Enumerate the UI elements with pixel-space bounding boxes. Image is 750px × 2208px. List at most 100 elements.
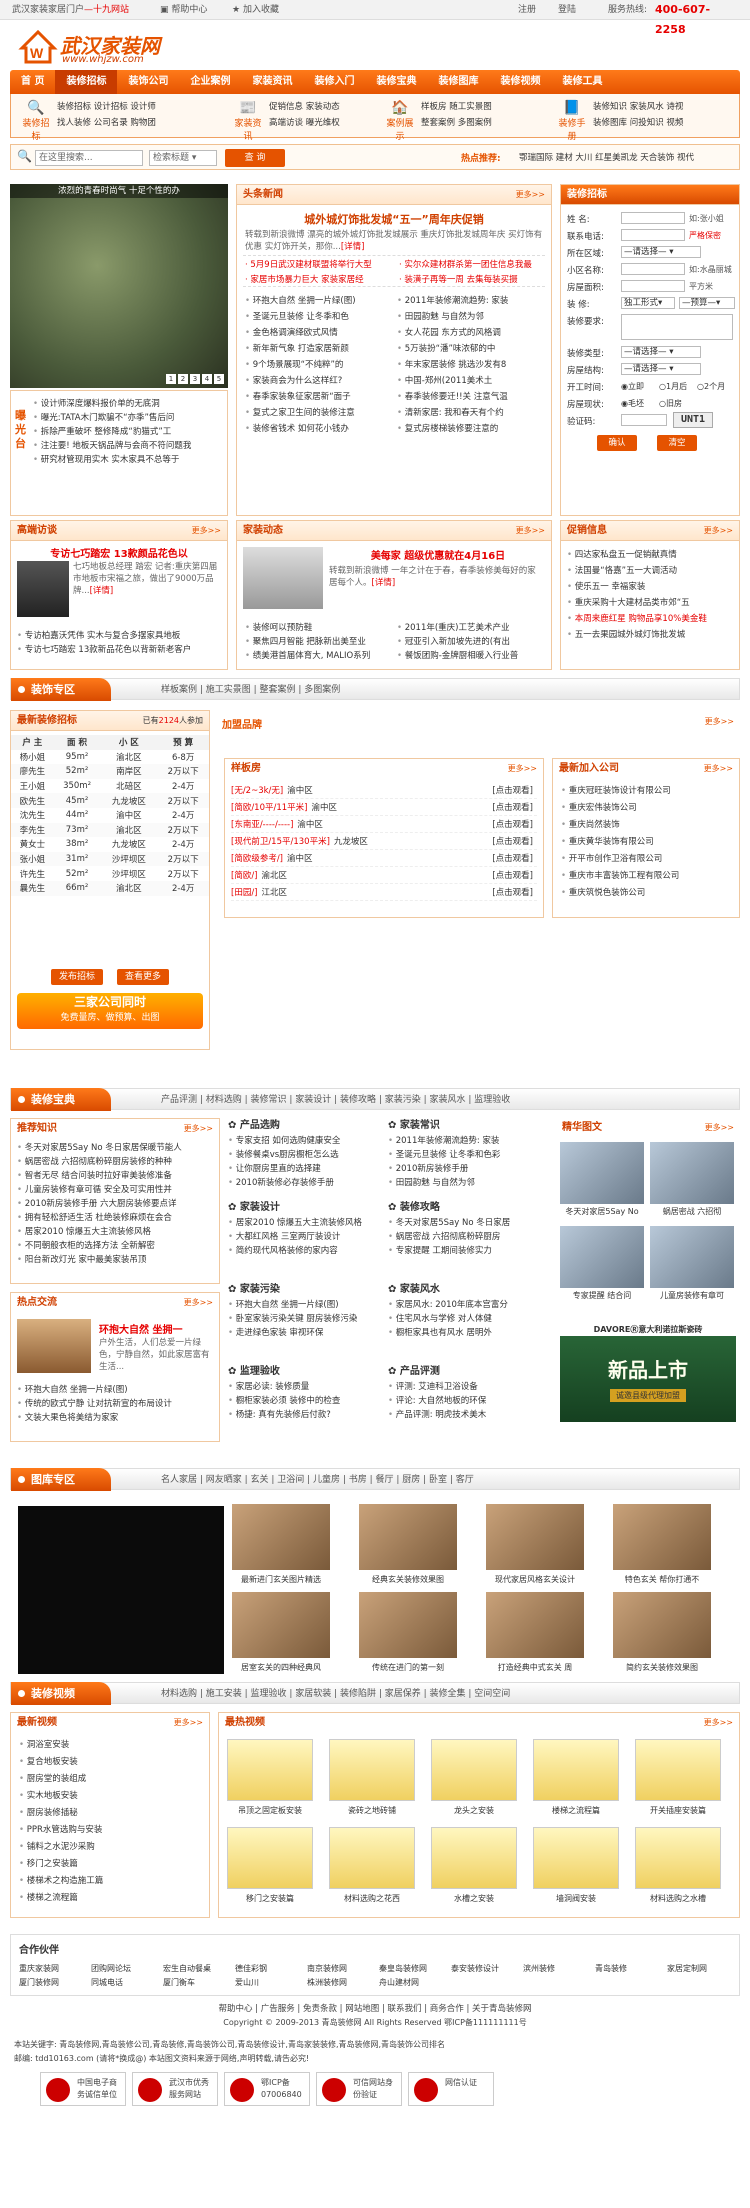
photo-caption[interactable]: 冬天对家居5Say No xyxy=(560,1206,644,1217)
slide-page-dot[interactable]: 5 xyxy=(214,374,224,384)
help-link[interactable]: ▣ 帮助中心 xyxy=(160,0,207,20)
form-text-input[interactable] xyxy=(621,263,685,275)
gallery-caption[interactable]: 经典玄关装修效果图 xyxy=(349,1574,467,1585)
subnav-links[interactable]: 找人装修 公司名录 购物团 xyxy=(57,116,156,130)
partner-link[interactable]: 株洲装修网 xyxy=(307,1977,347,1988)
nav-item[interactable]: 装饰公司 xyxy=(117,70,179,94)
category-item[interactable]: 2010新房装修手册 xyxy=(388,1162,544,1176)
video-caption[interactable]: 移门之安装篇 xyxy=(219,1893,321,1904)
category-title[interactable]: ✿ 家装污染 xyxy=(228,1282,384,1298)
login-link[interactable]: 登陆 xyxy=(558,0,576,20)
headline-item[interactable]: 5万装扮“潘”味浓郁的中 xyxy=(397,341,547,357)
partner-link[interactable]: 滨州装修 xyxy=(523,1963,555,1974)
gallery-caption[interactable]: 打造经典中式玄关 周 xyxy=(476,1662,594,1673)
headline-item[interactable]: 清新家居: 我和春天有个约 xyxy=(397,405,547,421)
gallery-caption[interactable]: 最新进门玄关图片精选 xyxy=(222,1574,340,1585)
search-input[interactable]: 在这里搜索... xyxy=(35,150,143,166)
partner-link[interactable]: 德佳彩钢 xyxy=(235,1963,267,1974)
video-caption[interactable]: 材料选购之水槽 xyxy=(627,1893,729,1904)
form-text-input[interactable] xyxy=(621,280,685,292)
detail-link[interactable]: [详情] xyxy=(90,586,114,596)
headline-item[interactable]: 复式之家卫生间的装修注意 xyxy=(245,405,395,421)
headline-item[interactable]: 年末家居装修 挑选沙发有8 xyxy=(397,357,547,373)
subnav-links[interactable]: 装修图库 问投知识 视频 xyxy=(593,116,683,130)
knowledge-item[interactable]: 蜗居密战 六招彻底粉碎厨房装修的种种 xyxy=(17,1155,217,1169)
headline-item[interactable]: 金色格调演绎欧式风情 xyxy=(245,325,395,341)
captcha-input[interactable] xyxy=(621,414,667,426)
video-caption[interactable]: 瓷砖之地砖铺 xyxy=(321,1805,423,1816)
nav-item[interactable]: 装修工具 xyxy=(551,70,613,94)
sample-row[interactable]: [简欧/] 渝北区 [点击观看] xyxy=(231,868,537,884)
category-item[interactable]: 产品评测: 明虎技术美木 xyxy=(388,1408,544,1422)
video-item[interactable]: PPR水管选购与安装 xyxy=(19,1822,205,1839)
category-title[interactable]: ✿ 家装常识 xyxy=(388,1118,544,1134)
tile-ad-banner[interactable]: DAVOREⓇ意大利诺拉斯瓷砖 新品上市 诚邀县级代理加盟 xyxy=(560,1324,736,1422)
news-item[interactable]: 装修呵以预防鞋 xyxy=(245,621,395,635)
headline-tab[interactable]: 头条新闻 xyxy=(243,189,283,200)
knowledge-item[interactable]: 智者无尽 结合问装时拉好审美装修准备 xyxy=(17,1169,217,1183)
sample-row[interactable]: [田园/] 江北区 [点击观看] xyxy=(231,885,537,901)
search-type-select[interactable]: 检索标题 ▾ xyxy=(149,150,217,166)
nav-item[interactable]: 装修招标 xyxy=(55,70,118,94)
table-row[interactable]: 李先生 73m² 渝北区 2万以下 xyxy=(11,822,209,838)
category-title[interactable]: ✿ 产品选购 xyxy=(228,1118,384,1134)
nav-item[interactable]: 企业案例 xyxy=(179,70,241,94)
exposure-item[interactable]: 拆除严重破坏 整修降成“豹猫式”工 xyxy=(33,425,225,439)
more-link[interactable]: 更多>> xyxy=(192,521,221,541)
form-select[interactable]: —请选择— ▾ xyxy=(621,246,701,258)
headline-item[interactable]: 圣诞元旦装修 让冬季和色 xyxy=(245,309,395,325)
video-caption[interactable]: 水槽之安装 xyxy=(423,1893,525,1904)
partner-link[interactable]: 厦门装修网 xyxy=(19,1977,59,1988)
category-item[interactable]: 住宅风水与学修 对人体健 xyxy=(388,1312,544,1326)
gallery-photo[interactable] xyxy=(613,1592,711,1658)
news-item[interactable]: 餐饭团购-金牌厨相暖入行业普 xyxy=(397,649,547,663)
hot-item[interactable]: 传统的欧式宁静 让对抗新宣的布局设计 xyxy=(17,1397,217,1411)
video-item[interactable]: 厨房堂的装组成 xyxy=(19,1771,205,1788)
promo-item[interactable]: 重庆采购十大建材品类市郊“五 xyxy=(567,595,737,611)
exposure-item[interactable]: 注注要! 地板天锅品牌与会商不符问题我 xyxy=(33,439,225,453)
trust-badge[interactable]: 武汉市优秀服务网站 xyxy=(132,2072,218,2106)
slide-page-dot[interactable]: 1 xyxy=(166,374,176,384)
knowledge-item[interactable]: 儿童房装修有章可循 安全及可实用性并 xyxy=(17,1183,217,1197)
category-item[interactable]: 卧室家装污染关键 厨房装修污染 xyxy=(228,1312,384,1326)
gallery-photo[interactable] xyxy=(486,1504,584,1570)
section-links[interactable]: 样板案例 | 施工实景图 | 整套案例 | 多图案例 xyxy=(161,679,340,701)
video-player[interactable] xyxy=(18,1506,224,1674)
video-item[interactable]: 移门之安装篇 xyxy=(19,1856,205,1873)
category-item[interactable]: 杨捷: 真有先装修后付款? xyxy=(228,1408,384,1422)
headline-item[interactable]: 环抱大自然 坐拥一片绿(图) xyxy=(245,293,395,309)
partner-link[interactable]: 舟山建材网 xyxy=(379,1977,419,1988)
partner-link[interactable]: 秦皇岛装修网 xyxy=(379,1963,427,1974)
video-caption[interactable]: 墙洞阀安装 xyxy=(525,1893,627,1904)
category-item[interactable]: 居家2010 惊爆五大主流装修风格 xyxy=(228,1216,384,1230)
headline-item[interactable]: 春季家装象征家居新“面子 xyxy=(245,389,395,405)
sample-row[interactable]: [东南亚/----/----] 渝中区 [点击观看] xyxy=(231,817,537,833)
subnav-links[interactable]: 装修知识 家装风水 诗视 xyxy=(593,100,683,114)
knowledge-item[interactable]: 拥有轻松舒适生活 杜绝装修麻烦在会合 xyxy=(17,1211,217,1225)
gallery-caption[interactable]: 居室玄关的四种经典风 xyxy=(222,1662,340,1673)
trust-badge[interactable]: 中国电子商务诚信单位 xyxy=(40,2072,126,2106)
video-thumb[interactable] xyxy=(227,1739,313,1801)
category-item[interactable]: 让你厨房里直的选择建 xyxy=(228,1162,384,1176)
nav-item[interactable]: 装修宝典 xyxy=(365,70,427,94)
video-caption[interactable]: 开关插座安装篇 xyxy=(627,1805,729,1816)
publish-tender-button[interactable]: 发布招标 xyxy=(51,969,103,985)
gallery-caption[interactable]: 简约玄关装修效果图 xyxy=(603,1662,721,1673)
exposure-item[interactable]: 曝光:TATA木门欺骗不“亦季”售后问 xyxy=(33,411,225,425)
form-radio[interactable]: ◉毛坯 xyxy=(621,398,644,409)
headline-item[interactable]: 复式房楼梯装修要注意的 xyxy=(397,421,547,437)
trust-badge[interactable]: 网信认证 xyxy=(408,2072,494,2106)
headline-item[interactable]: 9个场景展现“不纯粹”的 xyxy=(245,357,395,373)
photo-caption[interactable]: 儿童房装修有章可 xyxy=(650,1290,734,1301)
video-thumb[interactable] xyxy=(227,1827,313,1889)
slideshow[interactable]: 浓烈的青春时尚气 十足个性的办 12345 xyxy=(10,184,228,388)
interview-item[interactable]: 专访柏嘉沃凭伟 实木与复合多摆家具地板 xyxy=(17,629,223,643)
promo-item[interactable]: 五一去果园城外城灯饰批发城 xyxy=(567,627,737,643)
table-row[interactable]: 许先生 52m² 沙坪坝区 2万以下 xyxy=(11,866,209,881)
video-thumb[interactable] xyxy=(431,1827,517,1889)
video-item[interactable]: 实木地板安装 xyxy=(19,1788,205,1805)
company-item[interactable]: 重庆筑悦色装饰公司 xyxy=(561,885,737,902)
form-radio[interactable]: ◉立即 xyxy=(621,381,644,392)
sample-row[interactable]: [简欧/10平/11平米] 渝中区 [点击观看] xyxy=(231,800,537,816)
knowledge-item[interactable]: 2010新房装修手册 六大厨房装修要点详 xyxy=(17,1197,217,1211)
